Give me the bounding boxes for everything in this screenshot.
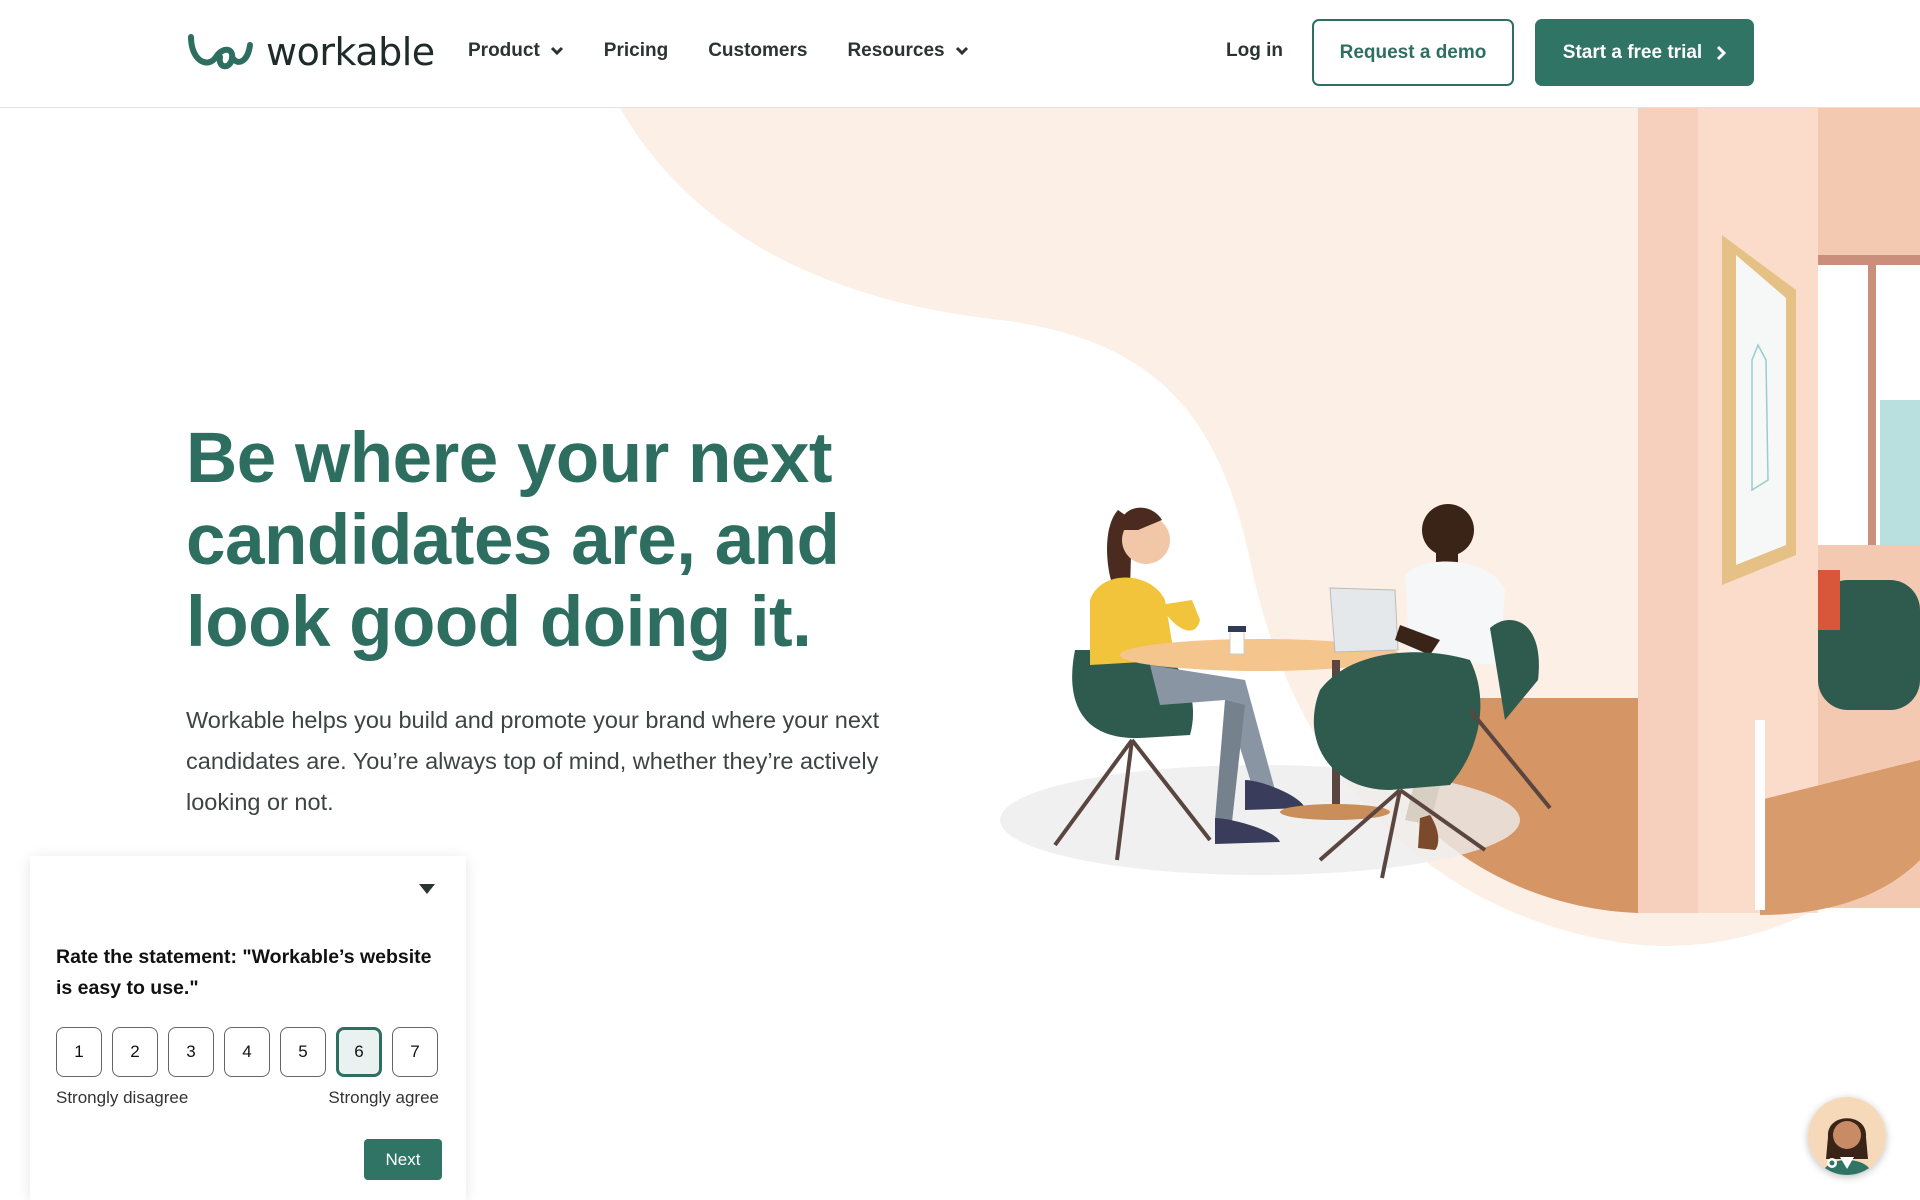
chevron-down-icon	[955, 46, 968, 56]
rating-option-3[interactable]: 3	[168, 1027, 214, 1077]
nav-customers[interactable]: Customers	[708, 40, 807, 62]
hero-subtitle: Workable helps you build and promote you…	[186, 707, 880, 815]
rating-option-1[interactable]: 1	[56, 1027, 102, 1077]
laptop	[1329, 587, 1399, 653]
hero-title: Be where your next candidates are, and l…	[186, 419, 840, 662]
workable-logo[interactable]: workable	[186, 30, 435, 74]
survey-question: Rate the statement: "Workable’s website …	[56, 946, 432, 999]
caret-down-icon[interactable]	[418, 882, 436, 896]
start-free-trial-label: Start a free trial	[1562, 41, 1703, 63]
chevron-down-icon	[550, 46, 563, 56]
start-free-trial-button[interactable]: Start a free trial	[1535, 19, 1754, 86]
nav-pricing[interactable]: Pricing	[604, 40, 668, 62]
site-header: workable Product Pricing Customers Resou…	[0, 0, 1920, 108]
survey-next-button[interactable]: Next	[364, 1139, 442, 1180]
nav-resources[interactable]: Resources	[847, 40, 968, 62]
nav-customers-label: Customers	[708, 40, 808, 61]
nav-product[interactable]: Product	[468, 40, 564, 62]
nav-resources-label: Resources	[847, 40, 945, 61]
request-demo-button[interactable]: Request a demo	[1312, 19, 1514, 86]
coffee-cup	[1229, 629, 1245, 655]
chevron-right-icon	[1717, 45, 1727, 60]
rating-scale: 1 2 3 4 5 6 7	[56, 1027, 438, 1077]
rating-option-5[interactable]: 5	[280, 1027, 326, 1077]
logo-wordmark: workable	[266, 30, 435, 74]
feedback-survey: Rate the statement: "Workable’s website …	[30, 856, 466, 1200]
rating-option-7[interactable]: 7	[392, 1027, 438, 1077]
main-nav: Product Pricing Customers Resources	[468, 40, 969, 62]
workable-logo-icon	[188, 34, 253, 70]
nav-product-label: Product	[468, 40, 540, 61]
login-link[interactable]: Log in	[1226, 40, 1283, 62]
rating-option-2[interactable]: 2	[112, 1027, 158, 1077]
scale-label-right: Strongly agree	[328, 1088, 439, 1107]
rating-option-4[interactable]: 4	[224, 1027, 270, 1077]
chat-assistant-avatar[interactable]	[1808, 1097, 1886, 1175]
rating-option-6[interactable]: 6	[336, 1027, 382, 1077]
chair-right	[1313, 652, 1481, 790]
assistant-avatar-image	[1808, 1097, 1886, 1175]
scale-label-left: Strongly disagree	[56, 1088, 189, 1107]
nav-pricing-label: Pricing	[603, 40, 669, 61]
